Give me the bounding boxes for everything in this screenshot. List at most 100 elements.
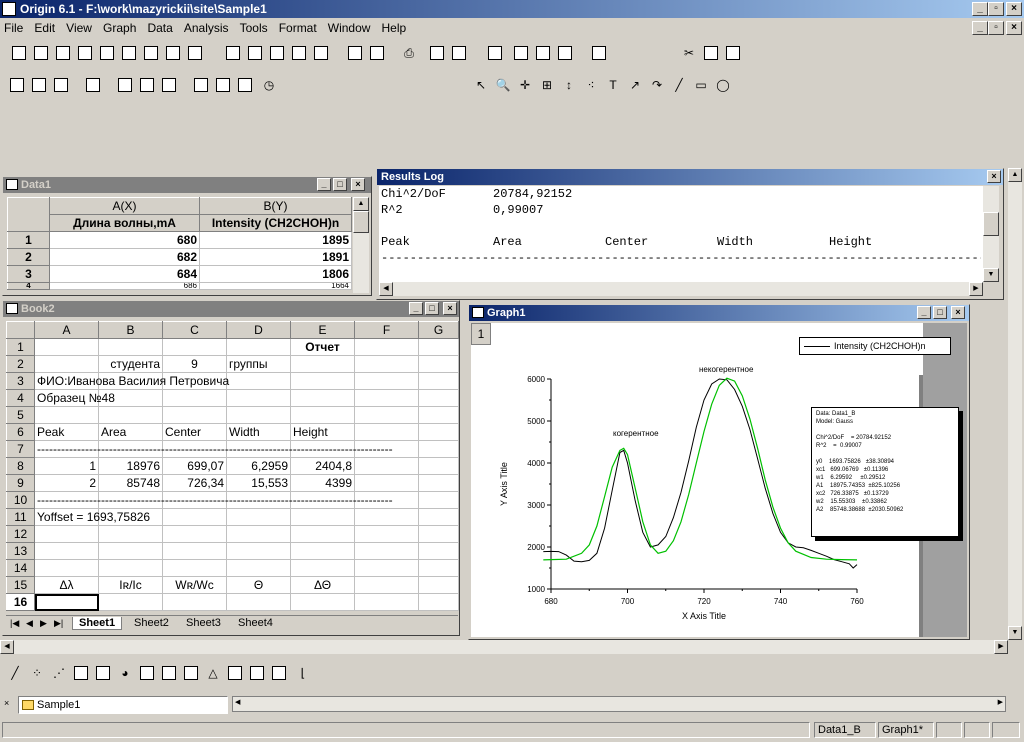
scroll-left-button[interactable]: ◀ <box>0 640 14 654</box>
cell[interactable] <box>354 423 419 441</box>
zoom-tool-button[interactable]: 🔍 <box>492 74 514 96</box>
fit-results-box[interactable]: Data: Data1_B Model: Gauss Chi^2/DoF = 207… <box>811 407 959 537</box>
column-header[interactable]: G <box>418 321 459 339</box>
cell[interactable]: 1664 <box>199 282 352 290</box>
cell[interactable]: Отчет <box>290 338 355 356</box>
new-page-button[interactable] <box>184 42 206 64</box>
cell[interactable] <box>34 542 99 560</box>
tab-nav-last-icon[interactable]: ▶| <box>54 618 63 629</box>
cell[interactable] <box>418 508 459 526</box>
cell[interactable] <box>418 474 459 492</box>
cell[interactable] <box>354 525 419 543</box>
corner-cell[interactable] <box>7 197 50 232</box>
book2-close-button[interactable]: × <box>443 302 457 315</box>
cell[interactable] <box>354 542 419 560</box>
tab-sheet3[interactable]: Sheet3 <box>180 617 227 629</box>
workspace-hscrollbar[interactable]: ◀ ▶ <box>0 640 1008 654</box>
cell[interactable] <box>226 389 291 407</box>
line-plot-button[interactable]: ╱ <box>4 662 26 684</box>
row-header[interactable]: 2 <box>7 248 50 266</box>
results-log-close-button[interactable]: × <box>987 170 1001 183</box>
row-header[interactable]: 10 <box>6 491 35 509</box>
cell[interactable] <box>418 525 459 543</box>
cell[interactable] <box>418 423 459 441</box>
cell[interactable]: 1895 <box>199 231 352 249</box>
cell[interactable] <box>98 406 163 424</box>
column-header-b[interactable]: B(Y) <box>199 197 352 215</box>
cell[interactable] <box>98 593 163 611</box>
row-header[interactable]: 9 <box>6 474 35 492</box>
row-header[interactable]: 4 <box>6 389 35 407</box>
cell[interactable] <box>34 406 99 424</box>
open-button[interactable] <box>222 42 244 64</box>
tab-nav-next-icon[interactable]: ▶ <box>40 618 47 629</box>
row-header[interactable]: 16 <box>6 593 35 611</box>
pie-chart-button[interactable]: ◕ <box>114 662 136 684</box>
scatter-plot-button[interactable]: ⁘ <box>26 662 48 684</box>
scroll-down-button[interactable]: ▼ <box>1008 626 1022 640</box>
line-tool-button[interactable]: ╱ <box>668 74 690 96</box>
save-project-button[interactable] <box>288 42 310 64</box>
arrow-tool-button[interactable]: ↗ <box>624 74 646 96</box>
row-header[interactable]: 6 <box>6 423 35 441</box>
ellipse-tool-button[interactable]: ◯ <box>712 74 734 96</box>
cell[interactable] <box>290 559 355 577</box>
results-log-vscrollbar[interactable]: ▼ <box>983 186 999 282</box>
data1-maximize-button[interactable]: □ <box>333 178 347 191</box>
cell[interactable] <box>290 389 355 407</box>
layer-3-button[interactable] <box>158 74 180 96</box>
cell[interactable] <box>418 491 459 509</box>
cell[interactable] <box>354 559 419 577</box>
data-reader-button[interactable]: ⊞ <box>536 74 558 96</box>
text-tool-button[interactable]: T <box>602 74 624 96</box>
add-axis-button[interactable] <box>212 74 234 96</box>
cell[interactable]: Center <box>162 423 227 441</box>
cell[interactable]: 684 <box>49 265 200 283</box>
row-header[interactable]: 8 <box>6 457 35 475</box>
save-template-button[interactable] <box>310 42 332 64</box>
menu-tools[interactable]: Tools <box>236 18 272 38</box>
scroll-right-button[interactable]: ▶ <box>994 640 1008 654</box>
cell[interactable]: 9 <box>162 355 227 373</box>
legend-box[interactable]: Intensity (CH2CHOH)n <box>799 337 951 355</box>
new-notes-button[interactable] <box>162 42 184 64</box>
timestamp-button[interactable]: ◷ <box>258 74 280 96</box>
cell[interactable] <box>162 593 227 611</box>
menu-view[interactable]: View <box>62 18 96 38</box>
pointer-button[interactable]: ↖ <box>470 74 492 96</box>
cell[interactable] <box>34 355 99 373</box>
cell[interactable]: 6,2959 <box>226 457 291 475</box>
menu-file[interactable]: File <box>0 18 27 38</box>
data-selector-button[interactable]: ↕ <box>558 74 580 96</box>
cell[interactable] <box>226 338 291 356</box>
book2-title-bar[interactable]: Book2 _ □ × <box>3 301 459 317</box>
column-label-b[interactable]: Intensity (CH2CHOH)n <box>199 214 352 232</box>
scroll-up-button[interactable]: ▲ <box>353 197 369 211</box>
cell[interactable] <box>418 355 459 373</box>
cell[interactable] <box>98 525 163 543</box>
row-header[interactable]: 11 <box>6 508 35 526</box>
cell[interactable] <box>290 525 355 543</box>
scroll-up-button[interactable]: ▲ <box>1008 168 1022 182</box>
cell[interactable]: 682 <box>49 248 200 266</box>
screen-reader-button[interactable]: ✛ <box>514 74 536 96</box>
open-excel-button[interactable] <box>266 42 288 64</box>
cell[interactable]: Area <box>98 423 163 441</box>
cell[interactable] <box>162 559 227 577</box>
column-header[interactable]: F <box>354 321 419 339</box>
cell[interactable] <box>290 508 355 526</box>
cell[interactable] <box>418 440 459 458</box>
cell[interactable]: ----------------------------------------… <box>34 491 393 509</box>
cell[interactable]: Iʀ/Ic <box>98 576 163 594</box>
cell[interactable] <box>418 542 459 560</box>
add-layer-button[interactable] <box>588 42 610 64</box>
close-button[interactable]: × <box>1006 2 1022 16</box>
rectangle-tool-button[interactable]: ▭ <box>690 74 712 96</box>
cell[interactable] <box>290 542 355 560</box>
duplicate-button[interactable] <box>448 42 470 64</box>
results-log-hscrollbar[interactable]: ◀ ▶ <box>379 282 983 296</box>
scroll-left-button[interactable]: ◀ <box>379 282 393 296</box>
cell[interactable]: 726,34 <box>162 474 227 492</box>
graph1-title-bar[interactable]: Graph1 _ □ × <box>469 305 969 321</box>
cell[interactable]: 1891 <box>199 248 352 266</box>
